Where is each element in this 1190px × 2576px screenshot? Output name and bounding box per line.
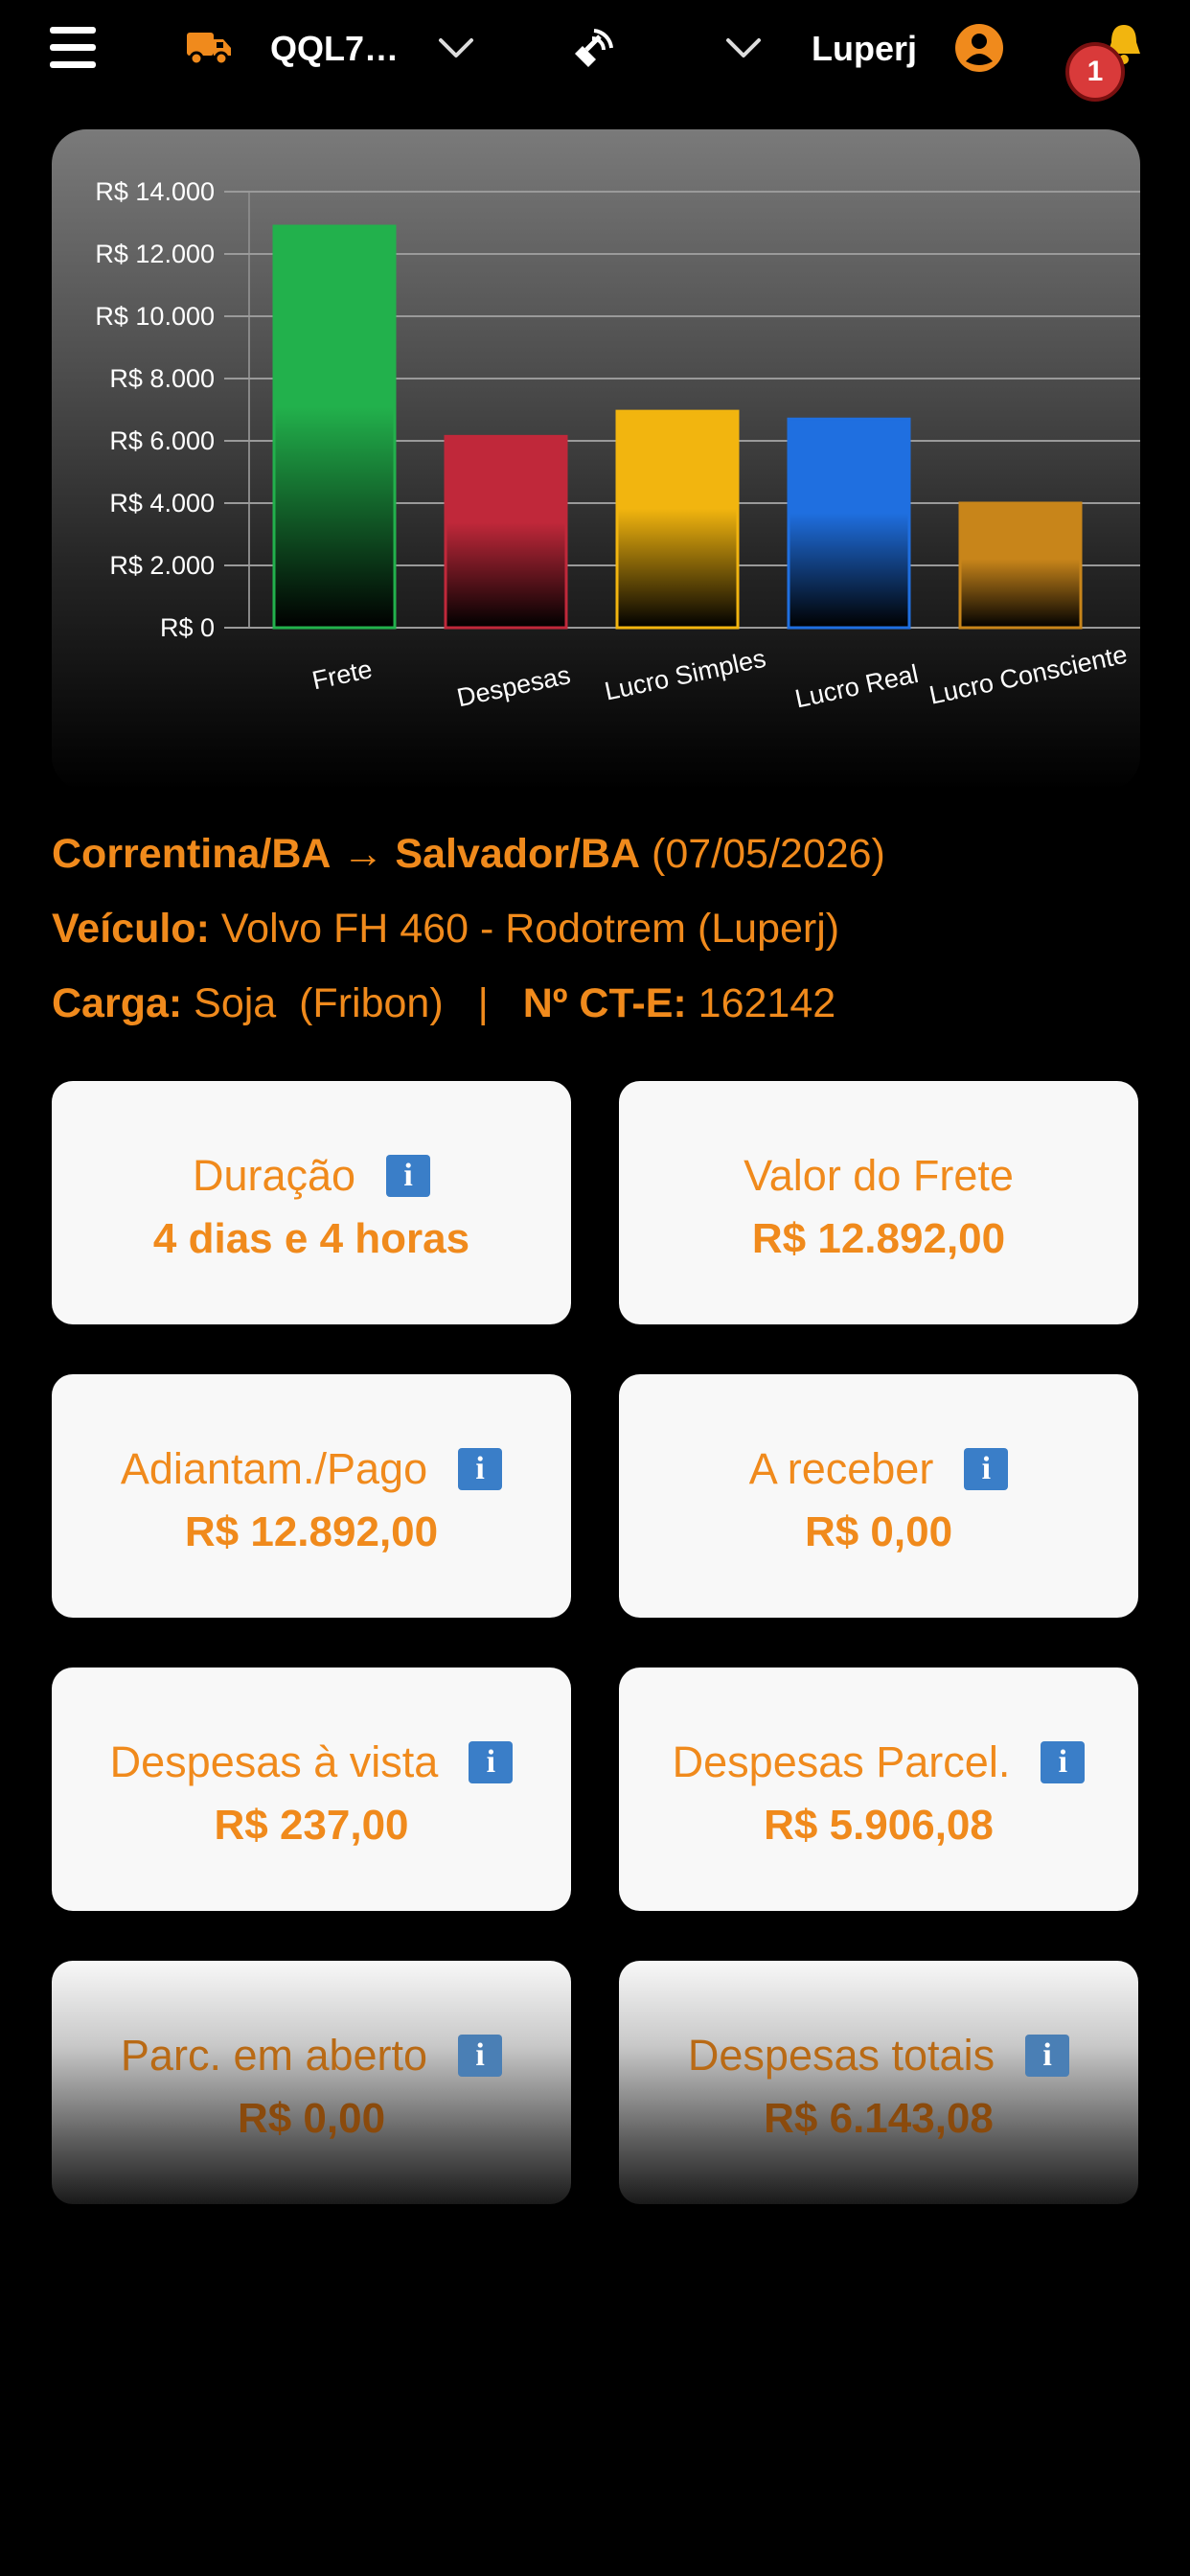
route-arrow: → xyxy=(342,831,384,877)
bar-lucro-real[interactable] xyxy=(787,417,911,630)
cargo-separator: | xyxy=(477,980,489,1026)
cargo-value: Soja (Fribon) xyxy=(194,980,444,1026)
x-tick-label: Lucro Real xyxy=(792,659,921,713)
truck-icon[interactable] xyxy=(185,27,233,67)
bar-frete[interactable] xyxy=(272,224,397,630)
stat-label: Despesas Parcel. xyxy=(672,1737,1011,1786)
bar-lucro-consciente[interactable] xyxy=(958,501,1083,630)
stat-value: R$ 0,00 xyxy=(237,2095,386,2142)
stat-value: R$ 12.892,00 xyxy=(751,1215,1006,1262)
chevron-down-icon[interactable] xyxy=(724,36,763,59)
x-tick-label: Lucro Simples xyxy=(602,644,768,706)
stat-label: Adiantam./Pago xyxy=(120,1444,428,1493)
stat-label: A receber xyxy=(748,1444,934,1493)
chart-card: R$ 0 R$ 2.000 R$ 4.000 R$ 6.000 R$ 8.000 R$ 1… xyxy=(52,129,1140,791)
notification-badge[interactable]: 1 xyxy=(1065,42,1125,102)
stat-card-despesas-vista: Despesas à vista i R$ 237,00 xyxy=(52,1668,571,1911)
user-icon[interactable] xyxy=(954,23,1004,73)
cte-label: Nº CT-E: xyxy=(522,980,687,1026)
stat-label: Valor do Frete xyxy=(744,1151,1014,1200)
tracker-icon[interactable] xyxy=(569,25,617,73)
stat-value: 4 dias e 4 horas xyxy=(152,1215,470,1262)
y-tick-label: R$ 6.000 xyxy=(109,426,215,455)
stat-card-a-receber: A receber i R$ 0,00 xyxy=(619,1374,1138,1618)
origin-city: Correntina/BA xyxy=(52,831,332,877)
bar-lucro-simples[interactable] xyxy=(615,409,740,630)
y-tick-label: R$ 4.000 xyxy=(109,489,215,518)
vehicle-value: Volvo FH 460 - Rodotrem (Luperj) xyxy=(220,906,840,952)
y-tick-label: R$ 0 xyxy=(160,613,215,642)
x-tick-label: Despesas xyxy=(454,660,573,712)
stat-value: R$ 6.143,08 xyxy=(764,2095,994,2142)
vehicle-line: Veículo: Volvo FH 460 - Rodotrem (Luperj… xyxy=(52,891,1144,966)
y-tick-label: R$ 8.000 xyxy=(109,364,215,393)
bar-despesas[interactable] xyxy=(444,434,568,630)
info-icon[interactable]: i xyxy=(458,2035,503,2077)
y-tick-label: R$ 14.000 xyxy=(95,177,215,206)
stat-card-adiantamento: Adiantam./Pago i R$ 12.892,00 xyxy=(52,1374,571,1618)
y-tick-label: R$ 10.000 xyxy=(95,302,215,331)
trip-date: (07/05/2026) xyxy=(652,831,885,877)
stat-card-valor-frete: Valor do Frete R$ 12.892,00 xyxy=(619,1081,1138,1324)
stat-value: R$ 5.906,08 xyxy=(764,1802,994,1849)
chevron-down-icon[interactable] xyxy=(437,36,475,59)
vehicle-label: Veículo: xyxy=(52,906,210,952)
destination-city: Salvador/BA xyxy=(395,831,641,877)
trip-info: Correntina/BA → Salvador/BA (07/05/2026)… xyxy=(52,816,1144,1041)
company-name[interactable]: Luperj xyxy=(812,29,917,69)
info-icon[interactable]: i xyxy=(964,1448,1009,1490)
stat-card-duracao: Duração i 4 dias e 4 horas xyxy=(52,1081,571,1324)
info-icon[interactable]: i xyxy=(1041,1741,1086,1783)
info-icon[interactable]: i xyxy=(386,1155,431,1197)
vehicle-selector[interactable]: QQL7… xyxy=(270,29,399,69)
y-tick-label: R$ 2.000 xyxy=(109,551,215,580)
cargo-line: Carga: Soja (Fribon) | Nº CT-E: 162142 xyxy=(52,966,1144,1041)
info-icon[interactable]: i xyxy=(458,1448,503,1490)
stat-label: Parc. em aberto xyxy=(120,2031,428,2080)
stat-value: R$ 12.892,00 xyxy=(184,1508,439,1555)
stat-label: Despesas totais xyxy=(687,2031,995,2080)
stat-value: R$ 0,00 xyxy=(804,1508,953,1555)
top-bar: QQL7… Luperj 1 xyxy=(0,0,1190,102)
info-icon[interactable]: i xyxy=(469,1741,514,1783)
stat-label: Duração xyxy=(192,1151,356,1200)
cargo-label: Carga: xyxy=(52,980,183,1026)
cte-value: 162142 xyxy=(698,980,836,1026)
route-line: Correntina/BA → Salvador/BA (07/05/2026) xyxy=(52,816,1144,891)
y-tick-label: R$ 12.000 xyxy=(95,240,215,268)
x-tick-label: Lucro Consciente xyxy=(927,640,1130,710)
stat-label: Despesas à vista xyxy=(109,1737,439,1786)
stat-card-parc-aberto: Parc. em aberto i R$ 0,00 xyxy=(52,1961,571,2204)
stat-card-despesas-parcel: Despesas Parcel. i R$ 5.906,08 xyxy=(619,1668,1138,1911)
menu-icon[interactable] xyxy=(50,27,96,69)
bar-chart: R$ 0 R$ 2.000 R$ 4.000 R$ 6.000 R$ 8.000 R$ 1… xyxy=(95,177,1140,713)
stat-card-despesas-totais: Despesas totais i R$ 6.143,08 xyxy=(619,1961,1138,2204)
info-icon[interactable]: i xyxy=(1025,2035,1070,2077)
stat-value: R$ 237,00 xyxy=(214,1802,409,1849)
x-tick-label: Frete xyxy=(309,655,375,695)
